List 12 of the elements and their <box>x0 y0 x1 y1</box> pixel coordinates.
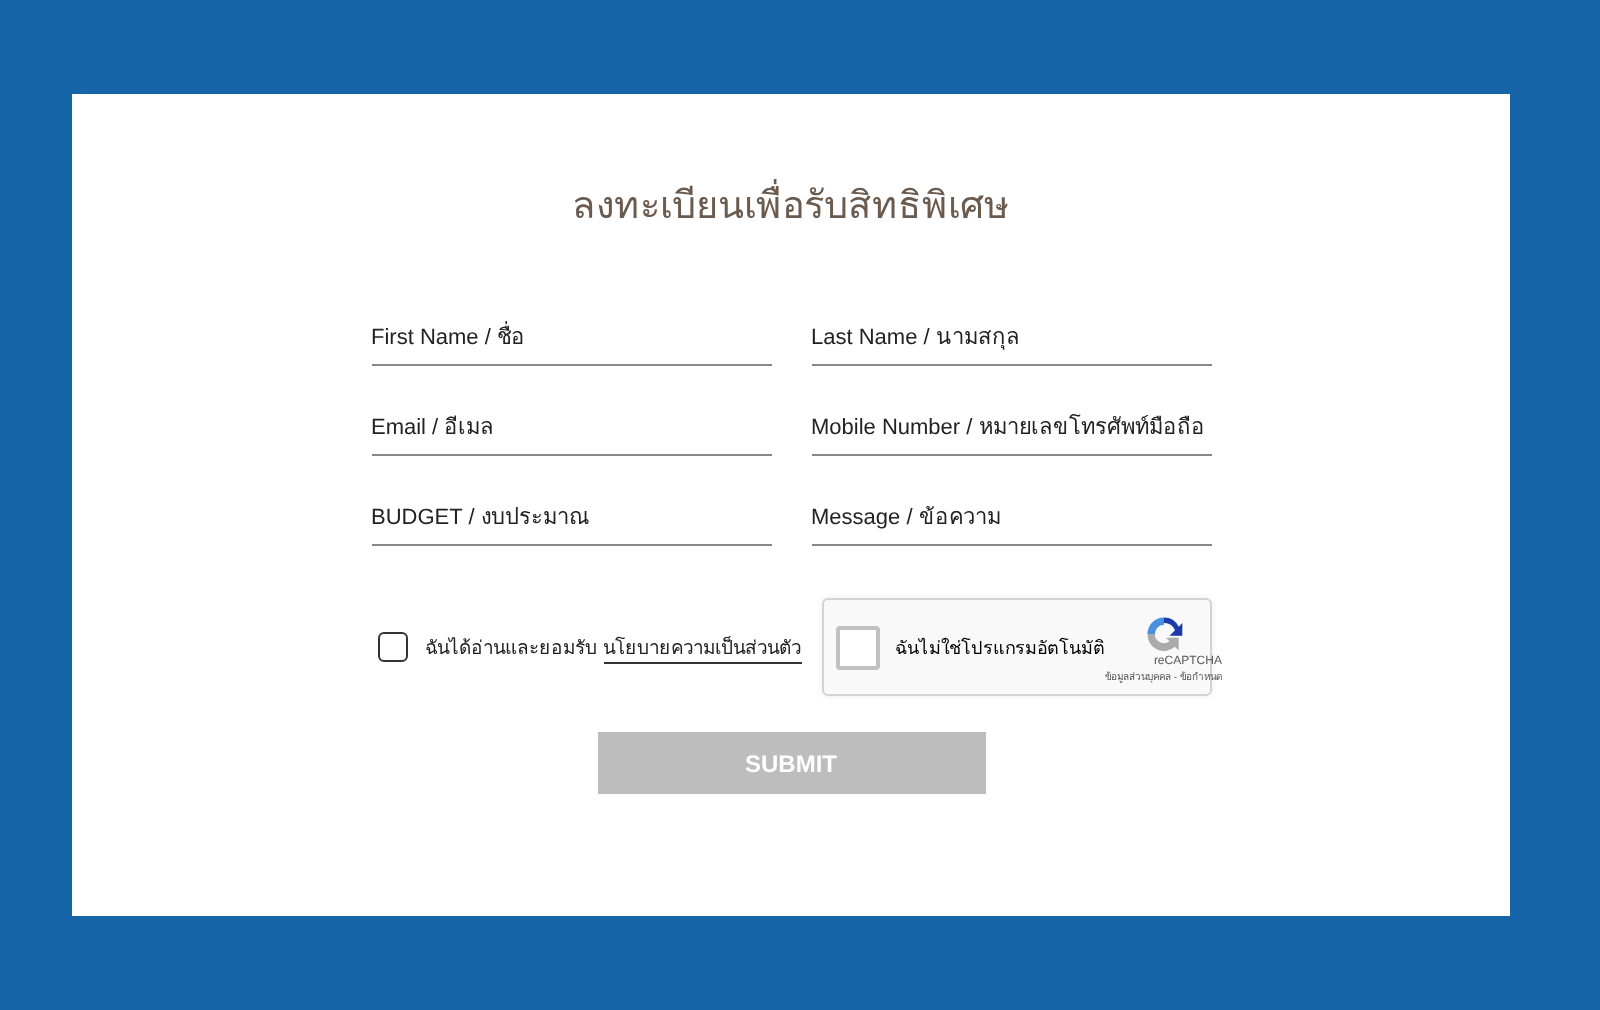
input-field[interactable]: BUDGET / งบประมาณ <box>371 494 771 546</box>
form-title: ลงทะเบียนเพื่อรับสิทธิพิเศษ <box>572 174 1010 234</box>
consent-text: ฉันได้อ่านและยอมรับ <box>425 635 597 662</box>
captcha-label: ฉันไม่ใช่โปรแกรมอัตโนมัติ <box>895 635 1105 661</box>
input-field[interactable]: Message / ข้อความ <box>811 494 1211 546</box>
input-field[interactable]: Last Name / นามสกุล <box>811 314 1211 366</box>
privacy-link[interactable]: นโยบายความเป็นส่วนตัว <box>603 631 801 663</box>
input-field[interactable]: Mobile Number / หมายเลขโทรศัพท์มือถือ <box>811 404 1211 456</box>
captcha-checkbox[interactable] <box>835 625 879 669</box>
consent-checkbox[interactable] <box>377 632 407 662</box>
input-field[interactable]: Email / อีเมล <box>371 404 771 456</box>
input-field[interactable]: First Name / ชื่อ <box>371 314 771 366</box>
